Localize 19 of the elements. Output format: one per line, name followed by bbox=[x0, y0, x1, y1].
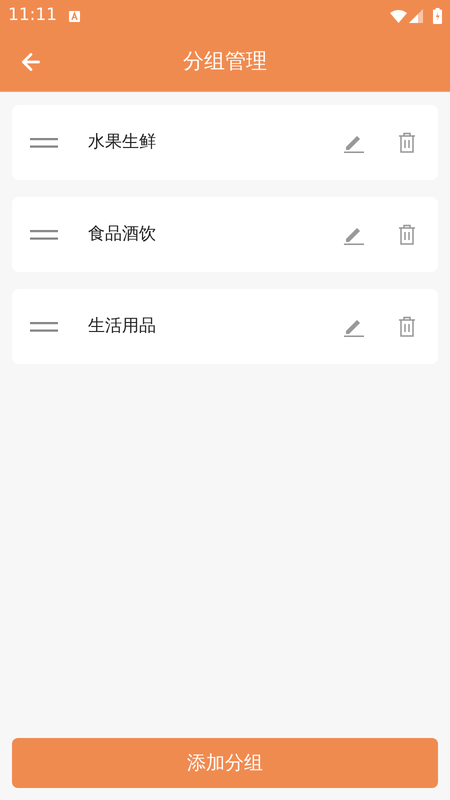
delete-button[interactable] bbox=[398, 316, 416, 337]
signal-icon bbox=[409, 9, 423, 23]
delete-button[interactable] bbox=[398, 224, 416, 245]
wifi-icon bbox=[390, 10, 407, 22]
trash-icon bbox=[398, 224, 416, 245]
group-name: 水果生鲜 bbox=[88, 130, 157, 154]
page-title: 分组管理 bbox=[183, 48, 267, 75]
drag-handle-icon[interactable] bbox=[30, 322, 58, 332]
group-name: 生活用品 bbox=[88, 314, 157, 338]
drag-handle-icon[interactable] bbox=[30, 230, 58, 240]
delete-button[interactable] bbox=[398, 132, 416, 153]
status-time: 11:11 bbox=[8, 4, 57, 28]
add-group-button[interactable]: 添加分组 bbox=[12, 738, 438, 788]
trash-icon bbox=[398, 132, 416, 153]
battery-icon bbox=[433, 8, 442, 24]
trash-icon bbox=[398, 316, 416, 337]
group-name: 食品酒饮 bbox=[88, 222, 157, 246]
notification-icon bbox=[69, 10, 80, 22]
drag-handle-icon[interactable] bbox=[30, 138, 58, 148]
